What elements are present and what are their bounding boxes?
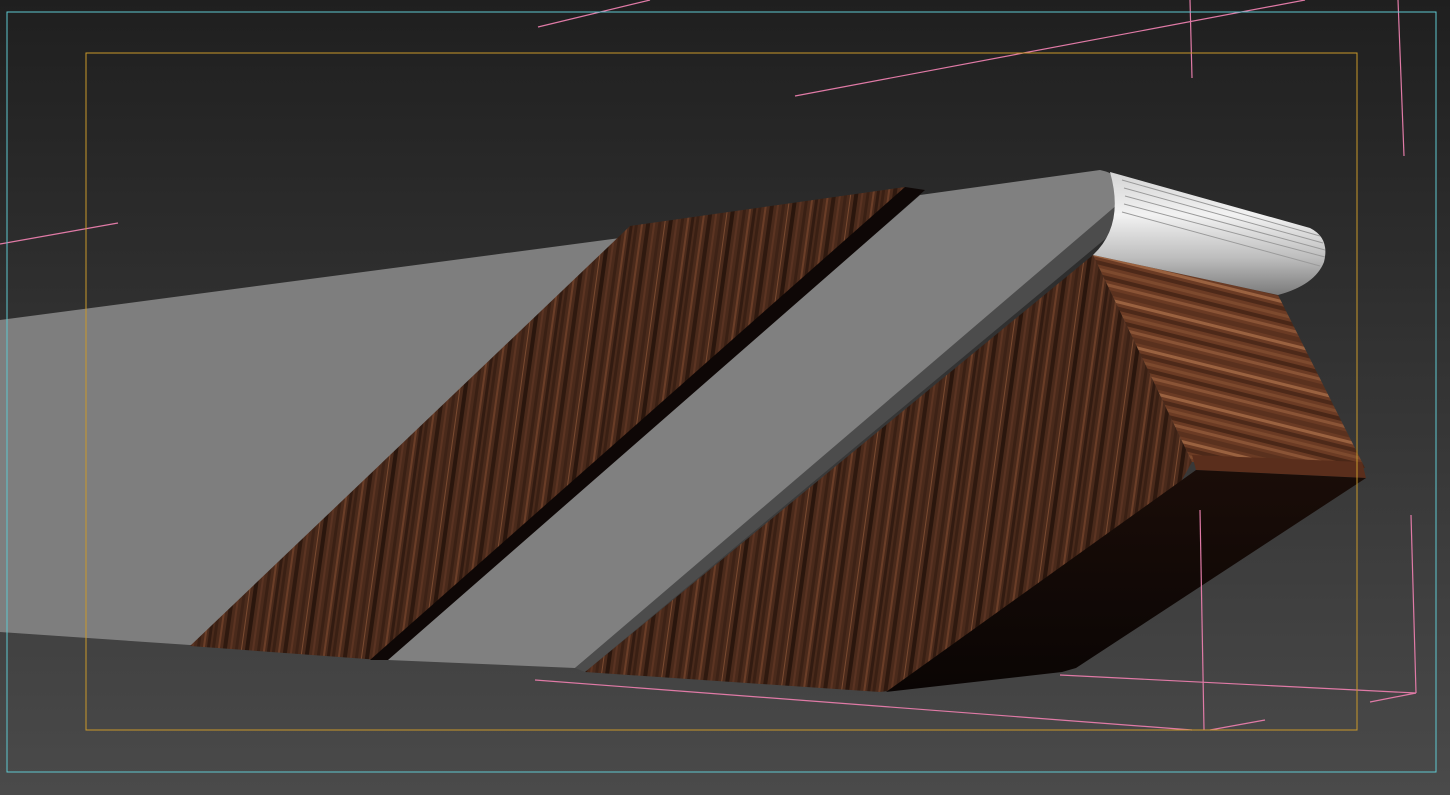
viewport-canvas[interactable]	[0, 0, 1450, 795]
3d-viewport[interactable]	[0, 0, 1450, 795]
